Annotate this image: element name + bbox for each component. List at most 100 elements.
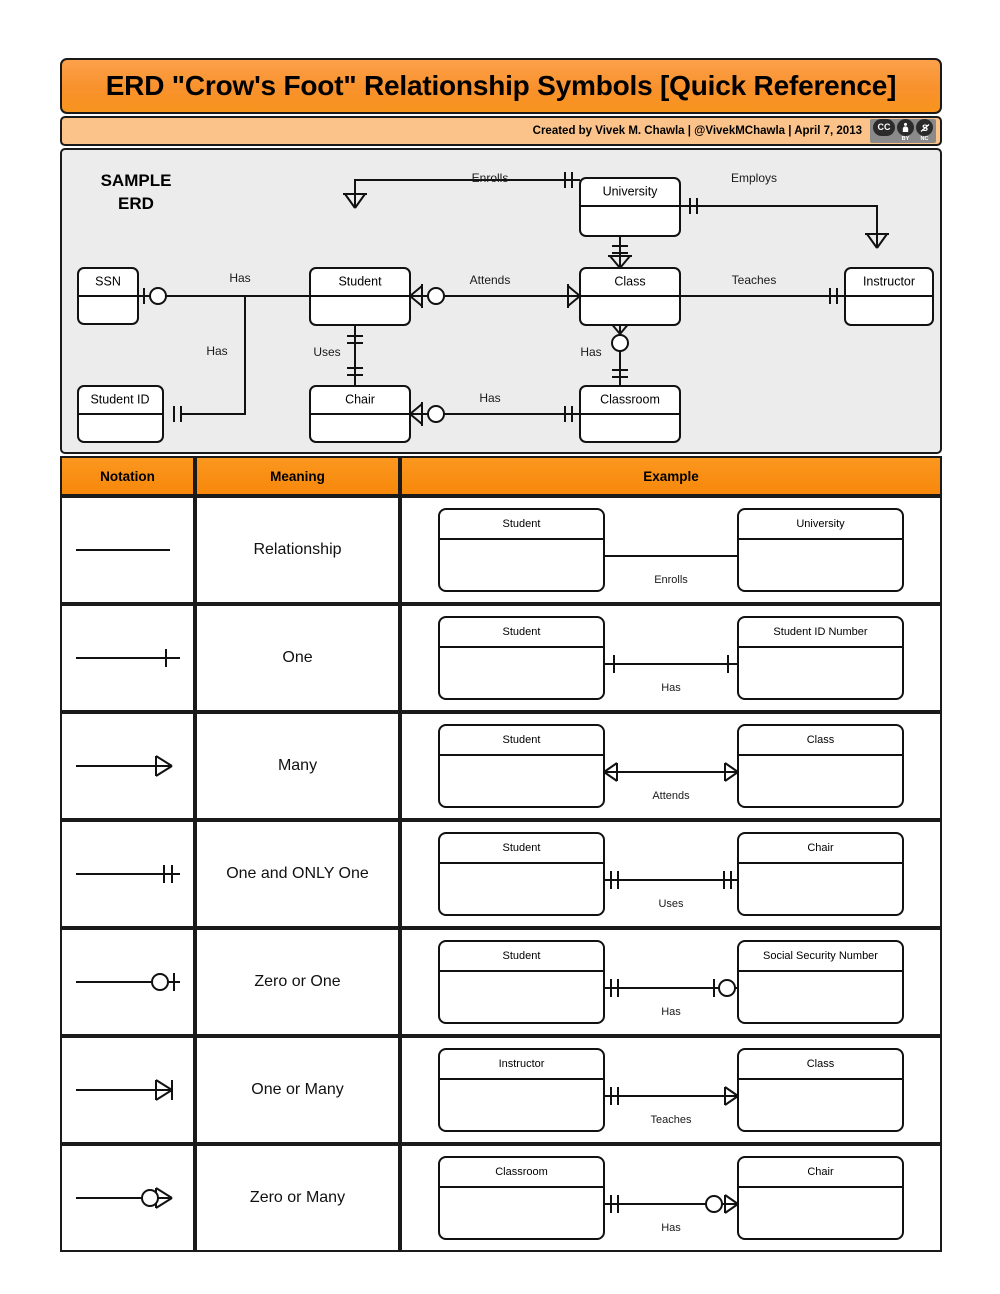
erd-entity-class: Class [579,267,681,326]
example-cell: Student Social Security Number Has [400,928,942,1036]
erd-rel-label: Uses [313,345,340,359]
table-body: Relationship Student University Enrolls One S… [60,496,942,1252]
erd-rel-label: Enrolls [472,171,509,185]
example-entity: Chair [737,1156,904,1240]
erd-entity-instructor: Instructor [844,267,934,326]
example-cell: Student University Enrolls [400,496,942,604]
example-entity-label: Student [503,734,541,746]
notation-symbol-cell [60,604,195,712]
cc-spacer [883,136,885,142]
attribution-person-icon [897,119,914,136]
notation-symbol-cell [60,928,195,1036]
example-entity-label: Student [503,626,541,638]
nc-label: NC [920,136,929,142]
table-row: One Student Student ID Number Has [60,604,942,712]
plain-line-icon [62,530,193,570]
credit-text: Created by Vivek M. Chawla | @VivekMChaw… [532,125,862,137]
nc-mark-unit: S NC [916,119,933,142]
creative-commons-badge: CC BY S NC [870,119,936,143]
example-entity-label: Chair [807,1166,834,1178]
erd-rel-label: Has [229,271,250,285]
erd-entity-label: Instructor [863,274,915,288]
erd-entity-university: University [579,177,681,237]
one-tick-icon [62,638,193,678]
tick-crows-foot-icon [62,1070,193,1110]
example-entity-label: Student ID Number [773,626,867,638]
notation-symbol-cell [60,712,195,820]
column-header-notation: Notation [60,456,195,496]
example-cell: Classroom Chair Has [400,1144,942,1252]
example-entity-label: Classroom [495,1166,548,1178]
erd-rel-label: Attends [470,273,511,287]
meaning-cell: One [195,604,400,712]
noncommercial-dollar-icon: S [916,119,933,136]
meaning-cell: Zero or Many [195,1144,400,1252]
erd-entity-label: University [603,184,659,198]
erd-entity-label: Student ID [90,392,149,406]
erd-quick-reference-page: ERD "Crow's Foot" Relationship Symbols [… [0,0,1000,1294]
example-entity-label: Student [503,518,541,530]
example-relationship-label: Attends [652,790,690,802]
erd-entity-label: SSN [95,274,121,288]
erd-entity-label: Class [614,274,645,288]
meaning-label: Zero or Many [249,1189,346,1206]
example-cell: Instructor Class Teaches [400,1036,942,1144]
example-entity-label: University [796,518,845,530]
notation-symbol-cell [60,820,195,928]
meaning-label: Zero or One [254,973,341,990]
cc-mark-unit: CC [873,119,895,142]
sample-erd-diagram: SSN Student ID Student Chair University … [77,171,934,443]
page-title-banner: ERD "Crow's Foot" Relationship Symbols [… [60,58,942,114]
table-row: Zero or One Student Social Security Number… [60,928,942,1036]
example-entity: Social Security Number [737,940,904,1024]
example-entity: Student ID Number [737,616,904,700]
table-row: Many Student Class Attends [60,712,942,820]
example-relationship-label: Has [661,1006,681,1018]
meaning-cell: One and ONLY One [195,820,400,928]
example-entity: Student [438,616,605,700]
example-entity-label: Student [503,950,541,962]
example-cell: Student Chair Uses [400,820,942,928]
crows-foot-icon [62,746,193,786]
meaning-cell: Zero or One [195,928,400,1036]
meaning-label: One and ONLY One [226,865,369,882]
meaning-label: Many [277,757,318,774]
example-relationship-label: Teaches [651,1114,692,1126]
by-mark-unit: BY [897,119,914,142]
page-title: ERD "Crow's Foot" Relationship Symbols [… [105,70,897,101]
erd-rel-label: Has [479,391,500,405]
example-relationship-label: Enrolls [654,574,688,586]
erd-entity-label: Chair [345,392,375,406]
example-entity: University [737,508,904,592]
example-entity: Student [438,508,605,592]
credit-bar: Created by Vivek M. Chawla | @VivekMChaw… [60,116,942,146]
example-entity: Chair [737,832,904,916]
example-entity-label: Class [807,1058,835,1070]
meaning-label: One or Many [251,1081,344,1098]
example-entity: Student [438,832,605,916]
example-entity: Student [438,724,605,808]
erd-rel-label: Employs [731,171,777,185]
erd-entity-ssn: SSN [77,267,139,325]
table-row: Relationship Student University Enrolls [60,496,942,604]
notation-symbol-cell [60,1144,195,1252]
erd-rel-label: Teaches [732,273,777,287]
erd-entity-chair: Chair [309,385,411,443]
example-entity-label: Instructor [499,1058,545,1070]
double-tick-icon [62,854,193,894]
example-entity: Class [737,1048,904,1132]
example-entity-label: Social Security Number [763,950,878,962]
notation-reference-table: Notation Meaning Example Relationship Stu… [60,456,942,1252]
circle-tick-icon [62,962,193,1002]
erd-rel-label: Has [580,345,601,359]
circle-crows-foot-icon [62,1178,193,1218]
table-header-row: Notation Meaning Example [60,456,942,496]
example-entity: Class [737,724,904,808]
meaning-cell: Many [195,712,400,820]
erd-entity-label: Classroom [600,392,660,406]
creative-commons-icon: CC [873,119,895,136]
erd-entity-classroom: Classroom [579,385,681,443]
table-row: One and ONLY One Student Chair Uses [60,820,942,928]
example-cell: Student Student ID Number Has [400,604,942,712]
example-entity: Classroom [438,1156,605,1240]
